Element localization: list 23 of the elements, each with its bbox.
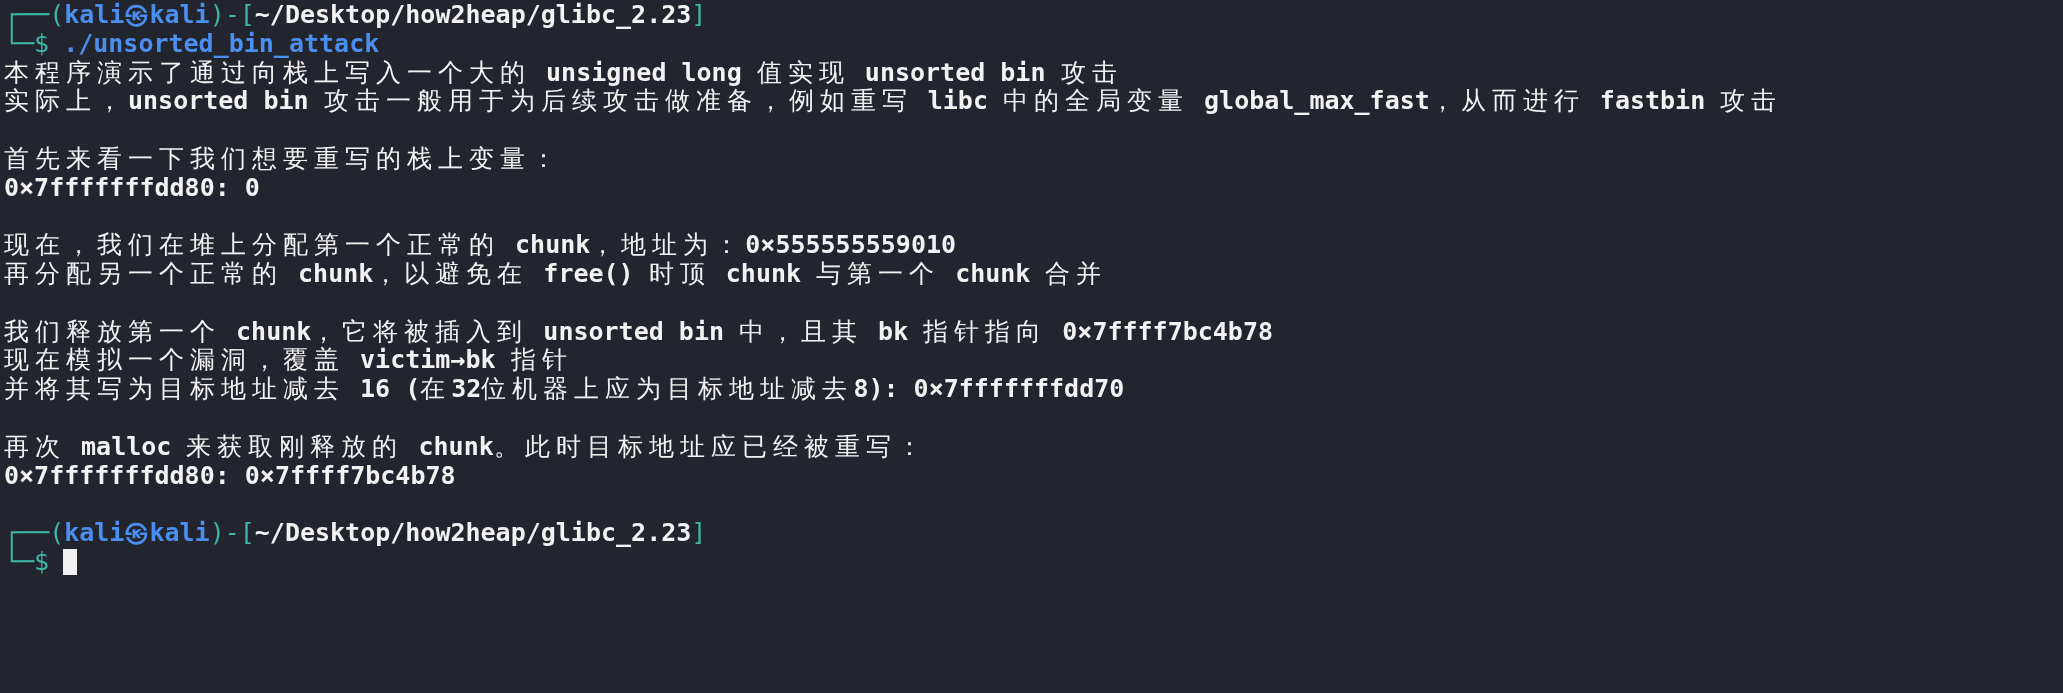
prompt-user: kali㉿kali (64, 517, 210, 550)
output-line: 0×7fffffffdd80: 0×7ffff7bc4b78 (4, 460, 456, 490)
prompt-frame: )-[ (209, 518, 255, 548)
output-line: 0×7fffffffdd80: 0 (4, 172, 260, 202)
prompt-path: ~/Desktop/how2heap/glibc_2.23 (254, 518, 692, 548)
prompt-frame: ] (691, 518, 707, 548)
prompt-frame: ┌──( (4, 518, 65, 548)
output-line: 再次 malloc 来获取刚释放的 chunk。此时目标地址应已经被重写： (4, 430, 928, 463)
prompt-frame: ] (691, 0, 707, 29)
output-line: 现在，我们在堆上分配第一个正常的 chunk，地址为：0×555555559010 (4, 229, 957, 261)
output-line: 首先来看一下我们想要重写的栈上变量： (4, 142, 562, 175)
prompt-frame: )-[ (209, 0, 255, 29)
prompt-frame: ┌──( (4, 0, 65, 29)
output-line: 实际上，unsorted bin 攻击一般用于为后续攻击做准备，例如重写 libc 中的全局变量 global_max_fast，从而进行 fastbin 攻击 (4, 86, 1783, 118)
output-line: 我们释放第一个 chunk，它将被插入到 unsorted bin 中，且其 bk 指针指向 0×7ffff7bc4b78 (4, 315, 1274, 346)
prompt-path: ~/Desktop/how2heap/glibc_2.23 (254, 0, 692, 29)
prompt-sign: └─$ (4, 28, 50, 58)
prompt-user: kali㉿kali (64, 0, 210, 31)
output-line: 再分配另一个正常的 chunk，以避免在 free() 时顶 chunk 与第一个 chunk 合并 (4, 258, 1108, 291)
output-line: 本程序演示了通过向栈上写入一个大的 unsigned long 值实现 unsorted bin 攻击 (4, 57, 1123, 88)
prompt-sign: └─$ (4, 547, 50, 577)
command-text: ./unsorted_bin_attack (63, 28, 380, 58)
output-line: 现在模拟一个漏洞，覆盖 victim→bk 指针 (4, 344, 573, 376)
